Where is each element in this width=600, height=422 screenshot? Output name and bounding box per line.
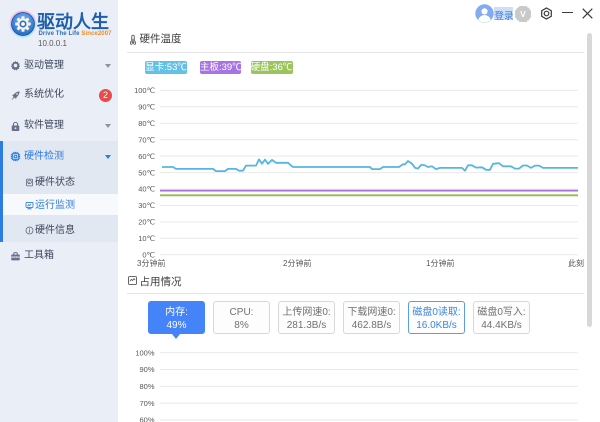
svg-text:100%: 100% (135, 348, 155, 357)
svg-text:50℃: 50℃ (138, 168, 155, 177)
svg-text:40℃: 40℃ (138, 185, 155, 194)
svg-text:2分钟前: 2分钟前 (283, 258, 311, 268)
svg-text:V: V (520, 9, 526, 19)
svg-text:80℃: 80℃ (138, 119, 155, 128)
svg-text:60%: 60% (139, 416, 154, 422)
svg-text:90℃: 90℃ (138, 103, 155, 112)
svg-text:70%: 70% (139, 399, 154, 408)
svg-text:30℃: 30℃ (138, 201, 155, 210)
svg-text:此刻: 此刻 (568, 258, 584, 268)
svg-text:3分钟前: 3分钟前 (137, 258, 165, 268)
svg-text:70℃: 70℃ (138, 135, 155, 144)
svg-text:100℃: 100℃ (134, 86, 156, 95)
svg-text:1分钟前: 1分钟前 (426, 258, 454, 268)
svg-text:60℃: 60℃ (138, 152, 155, 161)
svg-text:80%: 80% (139, 382, 154, 391)
svg-text:20℃: 20℃ (138, 218, 155, 227)
svg-text:10℃: 10℃ (138, 234, 155, 243)
svg-text:90%: 90% (139, 365, 154, 374)
